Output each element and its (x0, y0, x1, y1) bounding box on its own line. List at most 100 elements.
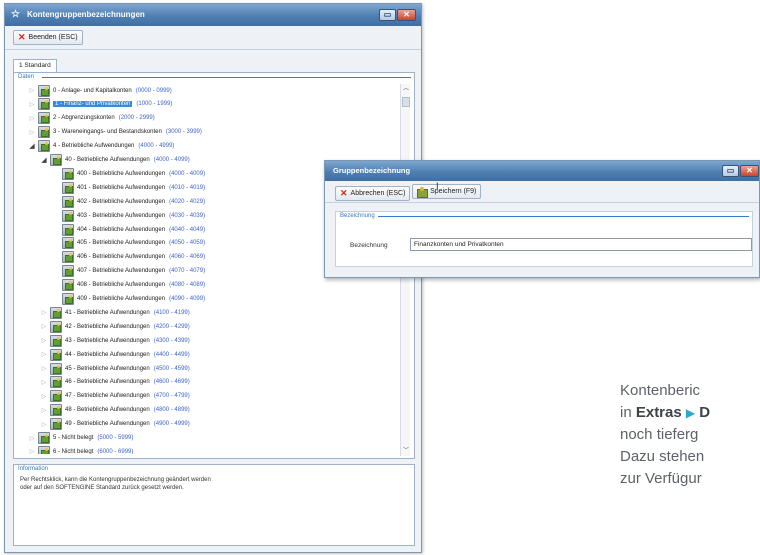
dialog-title: Gruppenbezeichnung (333, 166, 411, 175)
tree-row[interactable]: ▷ 5 - Nicht belegt (5000 - 5999) (28, 432, 133, 445)
tree-row-range: (4000 - 4099) (153, 157, 190, 163)
bezeichnung-field-label: Bezeichnung (350, 242, 388, 249)
expand-arrow-icon[interactable]: ▷ (40, 323, 48, 330)
side-line-5: zur Verfügur (620, 470, 702, 487)
tree-row[interactable]: ▷ 47 - Betriebliche Aufwendungen (4700 - 4… (40, 390, 190, 403)
dialog-titlebar[interactable]: Gruppenbezeichnung ▭ ✕ (325, 161, 759, 181)
side-d-bold: D (699, 404, 711, 421)
tree-row[interactable]: 401 - Betriebliche Aufwendungen (4010 - 4… (52, 181, 205, 194)
expand-arrow-icon[interactable]: ▷ (28, 129, 36, 136)
tree-row[interactable]: 400 - Betriebliche Aufwendungen (4000 - 4… (52, 167, 205, 180)
tree-row[interactable]: 408 - Betriebliche Aufwendungen (4080 - 4… (52, 279, 205, 292)
expand-arrow-icon[interactable]: ▷ (28, 101, 36, 108)
tab-standard[interactable]: 1 Standard (13, 59, 57, 72)
main-titlebar[interactable]: ☆ Kontengruppenbezeichnungen ▭ ✕ (5, 4, 421, 26)
tree-row[interactable]: 403 - Betriebliche Aufwendungen (4030 - 4… (52, 209, 205, 222)
expand-arrow-icon[interactable]: ▷ (28, 448, 36, 454)
tree-row[interactable]: ◢ 4 - Betriebliche Aufwendungen (4000 - 49… (28, 140, 174, 153)
collapse-arrow-icon[interactable]: ◢ (28, 142, 36, 150)
tree-row-range: (4050 - 4059) (169, 240, 206, 247)
abbrechen-button[interactable]: ✕ Abbrechen (ESC) (335, 186, 411, 201)
tree-row-name: 1 - Finanz- und Privatkonten (53, 101, 133, 108)
tree-row[interactable]: 405 - Betriebliche Aufwendungen (4050 - 4… (52, 237, 205, 250)
side-extras-bold: Extras (635, 404, 682, 421)
account-group-icon (50, 154, 62, 166)
tree-row[interactable]: ▷ 44 - Betriebliche Aufwendungen (4400 - 4… (40, 348, 190, 361)
group-divider (42, 77, 411, 78)
account-group-icon (62, 181, 74, 194)
beenden-button[interactable]: ✕ Beenden (ESC) (13, 30, 83, 45)
tree-row[interactable]: ◢ 40 - Betriebliche Aufwendungen (4000 - 4… (40, 154, 190, 167)
account-group-icon (50, 348, 62, 361)
dialog-close-button[interactable]: ✕ (740, 165, 759, 177)
dialog-toolbar: ✕ Abbrechen (ESC) Speichern (F9) (325, 181, 759, 203)
main-window-title: Kontengruppenbezeichnungen (27, 10, 145, 19)
tree-row[interactable]: ▷ 46 - Betriebliche Aufwendungen (4600 - 4… (40, 376, 190, 389)
tree-row[interactable]: ▷ 41 - Betriebliche Aufwendungen (4100 - 4… (40, 306, 190, 319)
close-x-icon: ✕ (18, 32, 26, 42)
tree-row[interactable]: ▷ 43 - Betriebliche Aufwendungen (4300 - 4… (40, 334, 190, 347)
tree-row-range: (4090 - 4099) (169, 296, 206, 302)
expand-arrow-icon[interactable]: ▷ (40, 379, 48, 386)
expand-arrow-icon[interactable]: ▷ (28, 115, 36, 122)
close-window-button[interactable]: ✕ (397, 9, 416, 21)
scroll-down-icon[interactable]: ﹀ (401, 446, 411, 456)
tree-row[interactable]: ▷ 0 - Anlage- und Kapitalkonten (0000 - 09… (28, 84, 172, 97)
bezeichnung-input[interactable]: Finanzkonten und Privatkonten (410, 238, 752, 251)
side-description-text: Kontenberic in Extras ▶ D noch tieferg D… (620, 380, 710, 490)
tree-row-range: (4000 - 4009) (169, 170, 206, 177)
expand-arrow-icon[interactable]: ▷ (40, 351, 48, 358)
restore-button[interactable]: ▭ (379, 9, 396, 21)
tree-row[interactable]: 404 - Betriebliche Aufwendungen (4040 - 4… (52, 223, 205, 236)
tree-row[interactable]: ▷ 6 - Nicht belegt (6000 - 6999) (28, 445, 133, 454)
expand-arrow-icon[interactable]: ▷ (40, 421, 48, 428)
tree-row[interactable]: ▷ 42 - Betriebliche Aufwendungen (4200 - 4… (40, 320, 190, 333)
tree-row[interactable]: ▷ 48 - Betriebliche Aufwendungen (4800 - 4… (40, 404, 190, 417)
tree-row[interactable]: 409 - Betriebliche Aufwendungen (4090 - 4… (52, 293, 205, 306)
tree-row[interactable]: ▷ 2 - Abgrenzungskonten (2000 - 2999) (28, 112, 155, 125)
tree-row[interactable]: ▷ 1 - Finanz- und Privatkonten (1000 - 199… (28, 98, 172, 111)
expand-arrow-icon[interactable]: ▷ (40, 407, 48, 414)
side-line-1: Kontenberic (620, 382, 701, 399)
tree-row[interactable]: ▷ 49 - Betriebliche Aufwendungen (4900 - 4… (40, 418, 190, 431)
account-group-icon (50, 362, 62, 375)
dialog-restore-button[interactable]: ▭ (722, 165, 739, 177)
account-group-icon (50, 404, 62, 417)
account-group-icon (38, 112, 50, 125)
tree-row-range: (5000 - 5999) (97, 435, 134, 441)
account-group-icon (62, 195, 74, 208)
tree-row[interactable]: ▷ 45 - Betriebliche Aufwendungen (4500 - 4… (40, 362, 190, 375)
information-panel: Information Per Rechtsklick, kann die Ko… (13, 464, 415, 546)
expand-arrow-icon[interactable]: ▷ (40, 309, 48, 316)
tree-row-range: (1000 - 1999) (136, 101, 173, 108)
gruppenbezeichnung-dialog: Gruppenbezeichnung ▭ ✕ ✕ Abbrechen (ESC)… (324, 160, 760, 278)
tree-row-range: (4080 - 4089) (169, 282, 206, 289)
expand-arrow-icon[interactable]: ▷ (28, 87, 36, 94)
tree-row-name: 46 - Betriebliche Aufwendungen (65, 379, 150, 386)
tree-row-range: (4600 - 4699) (153, 379, 190, 386)
scroll-thumb[interactable] (402, 97, 410, 107)
tree-row[interactable]: 406 - Betriebliche Aufwendungen (4060 - 4… (52, 251, 205, 264)
tree-row[interactable]: 407 - Betriebliche Aufwendungen (4070 - 4… (52, 265, 205, 278)
account-group-icon (62, 265, 74, 278)
expand-arrow-icon[interactable]: ▷ (40, 393, 48, 400)
tree-row-name: 401 - Betriebliche Aufwendungen (77, 184, 166, 191)
expand-arrow-icon[interactable]: ▷ (40, 337, 48, 344)
tree-row-name: 2 - Abgrenzungskonten (53, 115, 115, 122)
tree-row-name: 5 - Nicht belegt (53, 435, 94, 441)
speichern-button[interactable]: Speichern (F9) (412, 184, 482, 199)
collapse-arrow-icon[interactable]: ◢ (40, 156, 48, 164)
star-icon: ☆ (11, 9, 20, 20)
expand-arrow-icon[interactable]: ▷ (28, 435, 36, 442)
tree-row-range: (4900 - 4999) (153, 421, 190, 428)
bezeichnung-divider (378, 216, 749, 217)
tree-row-range: (4040 - 4049) (169, 226, 206, 233)
tree-row[interactable]: 402 - Betriebliche Aufwendungen (4020 - 4… (52, 195, 205, 208)
scroll-up-icon[interactable]: ︿ (401, 84, 411, 94)
tree-row-range: (4010 - 4019) (169, 184, 206, 191)
tree-row-range: (4800 - 4899) (153, 407, 190, 414)
tree-row-range: (0000 - 0999) (135, 87, 172, 94)
tree-row[interactable]: ▷ 3 - Wareneingangs- und Bestandskonten (3… (28, 126, 202, 139)
account-group-icon (38, 445, 50, 454)
expand-arrow-icon[interactable]: ▷ (40, 365, 48, 372)
